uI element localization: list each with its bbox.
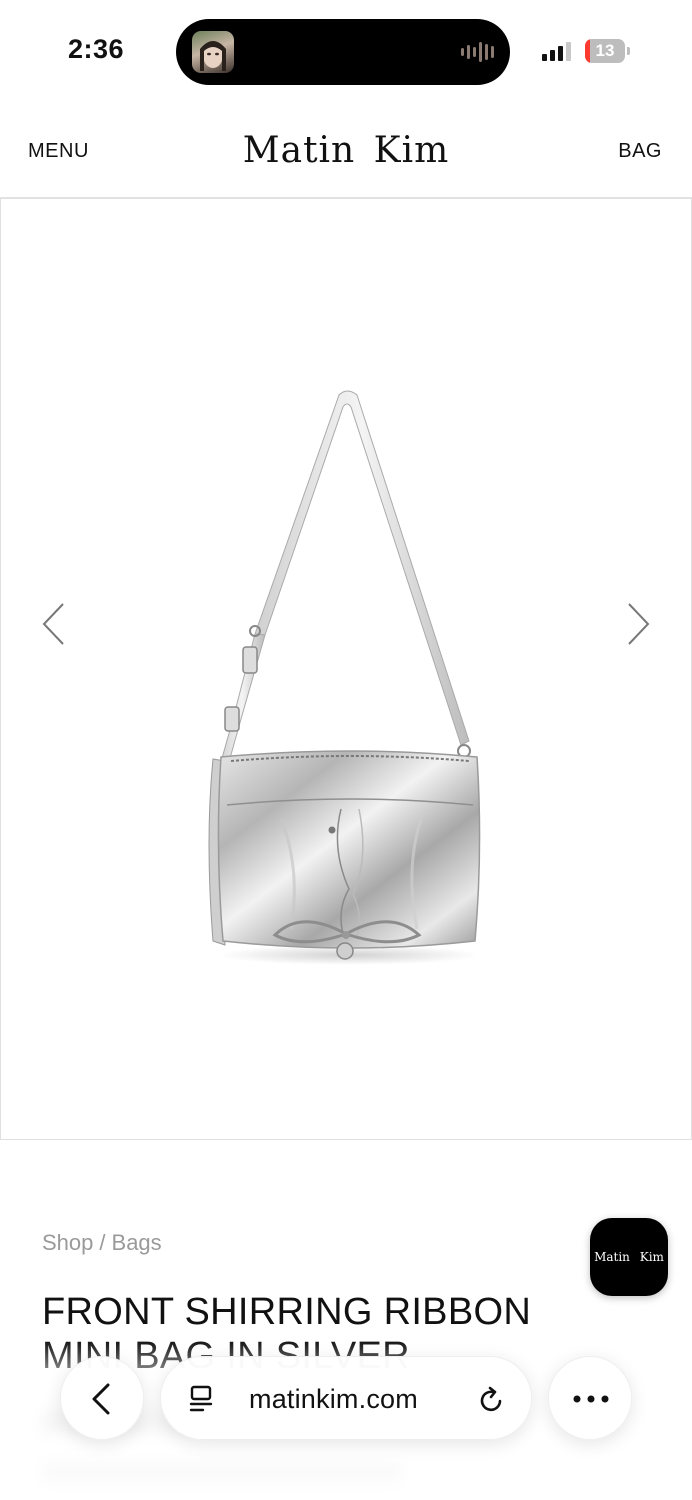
cellular-signal-icon	[542, 42, 571, 61]
dynamic-island[interactable]	[176, 19, 510, 85]
product-image	[208, 390, 481, 965]
now-playing-artwork	[192, 31, 234, 73]
battery-cap	[627, 47, 630, 55]
reload-icon[interactable]	[475, 1384, 507, 1416]
browser-back-button[interactable]	[60, 1356, 144, 1440]
url-text[interactable]: matinkim.com	[249, 1384, 418, 1415]
gallery-prev-button[interactable]	[39, 601, 69, 647]
battery-icon: 13	[585, 39, 625, 63]
chevron-left-icon	[42, 603, 64, 645]
reader-icon[interactable]	[187, 1384, 217, 1414]
address-bar[interactable]: matinkim.com	[160, 1356, 532, 1440]
more-icon	[573, 1395, 609, 1403]
status-time: 2:36	[68, 34, 125, 64]
browser-more-button[interactable]	[548, 1356, 632, 1440]
breadcrumb-shop[interactable]: Shop	[42, 1230, 93, 1255]
breadcrumb: Shop / Bags	[42, 1230, 162, 1256]
chevron-right-icon	[628, 603, 650, 645]
brand-logo[interactable]: Matin Kim	[0, 130, 692, 171]
product-gallery[interactable]	[0, 198, 692, 1140]
browser-toolbar: matinkim.com	[0, 1352, 692, 1442]
status-bar: 2:36 13	[0, 0, 692, 100]
breadcrumb-separator: /	[99, 1230, 106, 1255]
gallery-next-button[interactable]	[623, 601, 653, 647]
battery-percent: 13	[595, 41, 615, 60]
breadcrumb-bags[interactable]: Bags	[112, 1230, 162, 1255]
site-header: MENU Matin Kim BAG	[0, 100, 692, 198]
floating-brand-button[interactable]: Matin Kim	[590, 1218, 668, 1296]
chevron-left-icon	[92, 1383, 110, 1415]
audio-waveform-icon	[461, 41, 494, 63]
bag-link[interactable]: BAG	[618, 140, 662, 163]
